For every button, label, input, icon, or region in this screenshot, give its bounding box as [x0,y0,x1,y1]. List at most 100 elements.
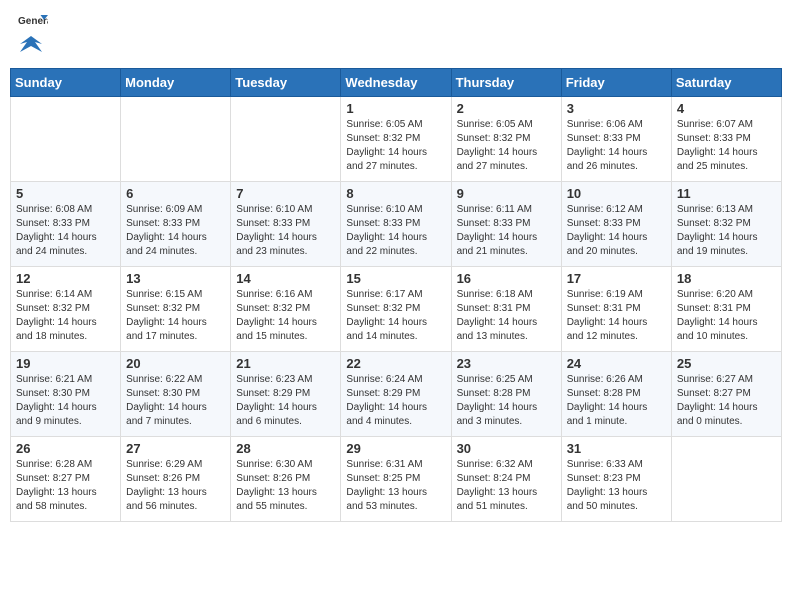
day-info: Sunrise: 6:22 AM Sunset: 8:30 PM Dayligh… [126,373,225,429]
day-info: Sunrise: 6:10 AM Sunset: 8:33 PM Dayligh… [236,203,335,259]
day-number: 22 [346,356,445,371]
calendar-week-row: 19 Sunrise: 6:21 AM Sunset: 8:30 PM Dayli… [11,352,782,437]
day-number: 23 [457,356,556,371]
day-number: 10 [567,186,666,201]
calendar-cell: 1 Sunrise: 6:05 AM Sunset: 8:32 PM Daylig… [341,97,451,182]
calendar-cell: 25 Sunrise: 6:27 AM Sunset: 8:27 PM Dayli… [671,352,781,437]
calendar-cell: 3 Sunrise: 6:06 AM Sunset: 8:33 PM Daylig… [561,97,671,182]
calendar-cell [671,437,781,522]
calendar-cell: 21 Sunrise: 6:23 AM Sunset: 8:29 PM Dayli… [231,352,341,437]
day-number: 12 [16,271,115,286]
day-info: Sunrise: 6:16 AM Sunset: 8:32 PM Dayligh… [236,288,335,344]
day-info: Sunrise: 6:29 AM Sunset: 8:26 PM Dayligh… [126,458,225,514]
calendar-cell: 2Sunrise: 6:05 AM Sunset: 8:32 PM Daylig… [451,97,561,182]
calendar-cell: 15 Sunrise: 6:17 AM Sunset: 8:32 PM Dayli… [341,267,451,352]
day-number: 7 [236,186,335,201]
calendar-table: SundayMondayTuesdayWednesdayThursdayFrid… [10,68,782,522]
calendar-cell: 29 Sunrise: 6:31 AM Sunset: 8:25 PM Dayli… [341,437,451,522]
calendar-week-row: 1 Sunrise: 6:05 AM Sunset: 8:32 PM Daylig… [11,97,782,182]
calendar-cell: 13 Sunrise: 6:15 AM Sunset: 8:32 PM Dayli… [121,267,231,352]
day-info: Sunrise: 6:28 AM Sunset: 8:27 PM Dayligh… [16,458,115,514]
calendar-cell: 24 Sunrise: 6:26 AM Sunset: 8:28 PM Dayli… [561,352,671,437]
calendar-cell: 31 Sunrise: 6:33 AM Sunset: 8:23 PM Dayli… [561,437,671,522]
weekday-header-thursday: Thursday [451,69,561,97]
day-number: 24 [567,356,666,371]
day-info: Sunrise: 6:21 AM Sunset: 8:30 PM Dayligh… [16,373,115,429]
day-info: Sunrise: 6:20 AM Sunset: 8:31 PM Dayligh… [677,288,776,344]
day-info: Sunrise: 6:32 AM Sunset: 8:24 PM Dayligh… [457,458,556,514]
day-info: Sunrise: 6:26 AM Sunset: 8:28 PM Dayligh… [567,373,666,429]
day-info: Sunrise: 6:14 AM Sunset: 8:32 PM Dayligh… [16,288,115,344]
calendar-cell: 16 Sunrise: 6:18 AM Sunset: 8:31 PM Dayli… [451,267,561,352]
weekday-header-saturday: Saturday [671,69,781,97]
calendar-week-row: 12 Sunrise: 6:14 AM Sunset: 8:32 PM Dayli… [11,267,782,352]
day-info: Sunrise: 6:17 AM Sunset: 8:32 PM Dayligh… [346,288,445,344]
day-number: 29 [346,441,445,456]
day-number: 9 [457,186,556,201]
day-number: 5 [16,186,115,201]
day-info: Sunrise: 6:05 AM Sunset: 8:32 PM Dayligh… [346,118,445,174]
day-number: 27 [126,441,225,456]
day-number: 30 [457,441,556,456]
logo-bird-icon [20,34,42,56]
day-info: Sunrise: 6:12 AM Sunset: 8:33 PM Dayligh… [567,203,666,259]
day-number: 1 [346,101,445,116]
day-number: 8 [346,186,445,201]
calendar-cell: 19 Sunrise: 6:21 AM Sunset: 8:30 PM Dayli… [11,352,121,437]
calendar-week-row: 26 Sunrise: 6:28 AM Sunset: 8:27 PM Dayli… [11,437,782,522]
day-info: Sunrise: 6:06 AM Sunset: 8:33 PM Dayligh… [567,118,666,174]
calendar-cell: 30 Sunrise: 6:32 AM Sunset: 8:24 PM Dayli… [451,437,561,522]
calendar-cell: 18 Sunrise: 6:20 AM Sunset: 8:31 PM Dayli… [671,267,781,352]
day-number: 4 [677,101,776,116]
weekday-header-monday: Monday [121,69,231,97]
day-number: 11 [677,186,776,201]
calendar-week-row: 5Sunrise: 6:08 AM Sunset: 8:33 PM Daylig… [11,182,782,267]
day-number: 13 [126,271,225,286]
day-info: Sunrise: 6:10 AM Sunset: 8:33 PM Dayligh… [346,203,445,259]
calendar-cell: 11Sunrise: 6:13 AM Sunset: 8:32 PM Dayli… [671,182,781,267]
calendar-cell: 7 Sunrise: 6:10 AM Sunset: 8:33 PM Daylig… [231,182,341,267]
weekday-header-sunday: Sunday [11,69,121,97]
day-number: 25 [677,356,776,371]
day-number: 31 [567,441,666,456]
day-info: Sunrise: 6:27 AM Sunset: 8:27 PM Dayligh… [677,373,776,429]
calendar-cell [231,97,341,182]
day-info: Sunrise: 6:33 AM Sunset: 8:23 PM Dayligh… [567,458,666,514]
day-number: 16 [457,271,556,286]
day-number: 3 [567,101,666,116]
day-info: Sunrise: 6:24 AM Sunset: 8:29 PM Dayligh… [346,373,445,429]
day-number: 18 [677,271,776,286]
calendar-cell [121,97,231,182]
calendar-cell: 28Sunrise: 6:30 AM Sunset: 8:26 PM Dayli… [231,437,341,522]
day-info: Sunrise: 6:31 AM Sunset: 8:25 PM Dayligh… [346,458,445,514]
day-number: 20 [126,356,225,371]
day-info: Sunrise: 6:25 AM Sunset: 8:28 PM Dayligh… [457,373,556,429]
day-number: 26 [16,441,115,456]
calendar-cell: 5Sunrise: 6:08 AM Sunset: 8:33 PM Daylig… [11,182,121,267]
day-number: 14 [236,271,335,286]
logo-icon: General [18,14,48,32]
day-info: Sunrise: 6:18 AM Sunset: 8:31 PM Dayligh… [457,288,556,344]
calendar-cell: 12 Sunrise: 6:14 AM Sunset: 8:32 PM Dayli… [11,267,121,352]
weekday-header-friday: Friday [561,69,671,97]
calendar-cell: 10 Sunrise: 6:12 AM Sunset: 8:33 PM Dayli… [561,182,671,267]
page-header: General [10,10,782,60]
day-number: 19 [16,356,115,371]
calendar-cell: 20 Sunrise: 6:22 AM Sunset: 8:30 PM Dayli… [121,352,231,437]
day-info: Sunrise: 6:07 AM Sunset: 8:33 PM Dayligh… [677,118,776,174]
day-number: 28 [236,441,335,456]
weekday-header-wednesday: Wednesday [341,69,451,97]
day-number: 6 [126,186,225,201]
calendar-cell: 26 Sunrise: 6:28 AM Sunset: 8:27 PM Dayli… [11,437,121,522]
day-info: Sunrise: 6:15 AM Sunset: 8:32 PM Dayligh… [126,288,225,344]
day-number: 15 [346,271,445,286]
calendar-cell: 14 Sunrise: 6:16 AM Sunset: 8:32 PM Dayli… [231,267,341,352]
day-number: 21 [236,356,335,371]
day-info: Sunrise: 6:11 AM Sunset: 8:33 PM Dayligh… [457,203,556,259]
day-info: Sunrise: 6:05 AM Sunset: 8:32 PM Dayligh… [457,118,556,174]
day-info: Sunrise: 6:23 AM Sunset: 8:29 PM Dayligh… [236,373,335,429]
day-number: 17 [567,271,666,286]
calendar-header-row: SundayMondayTuesdayWednesdayThursdayFrid… [11,69,782,97]
day-info: Sunrise: 6:19 AM Sunset: 8:31 PM Dayligh… [567,288,666,344]
calendar-cell: 4 Sunrise: 6:07 AM Sunset: 8:33 PM Daylig… [671,97,781,182]
